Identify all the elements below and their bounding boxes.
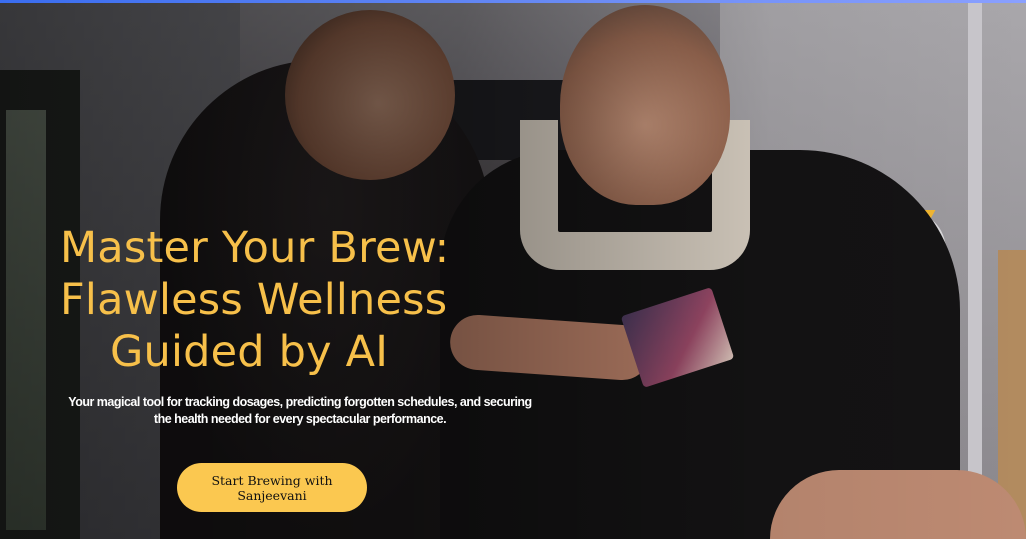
start-brewing-button[interactable]: Start Brewing with Sanjeevani — [177, 463, 367, 512]
hero-headline: Master Your Brew: Flawless Wellness Guid… — [40, 222, 560, 378]
hero-content: Master Your Brew: Flawless Wellness Guid… — [40, 222, 560, 378]
hero-subtext: Your magical tool for tracking dosages, … — [40, 394, 560, 428]
headline-line-1: Master Your Brew: — [60, 223, 450, 273]
headline-line-2: Flawless Wellness — [60, 275, 448, 325]
hero-section: Master Your Brew: Flawless Wellness Guid… — [0, 0, 1026, 539]
subtext-line-2: the health needed for every spectacular … — [153, 412, 447, 426]
subtext-line-1: Your magical tool for tracking dosages, … — [68, 395, 532, 409]
top-accent-bar — [0, 0, 1026, 3]
headline-line-3: Guided by AI — [110, 327, 389, 377]
